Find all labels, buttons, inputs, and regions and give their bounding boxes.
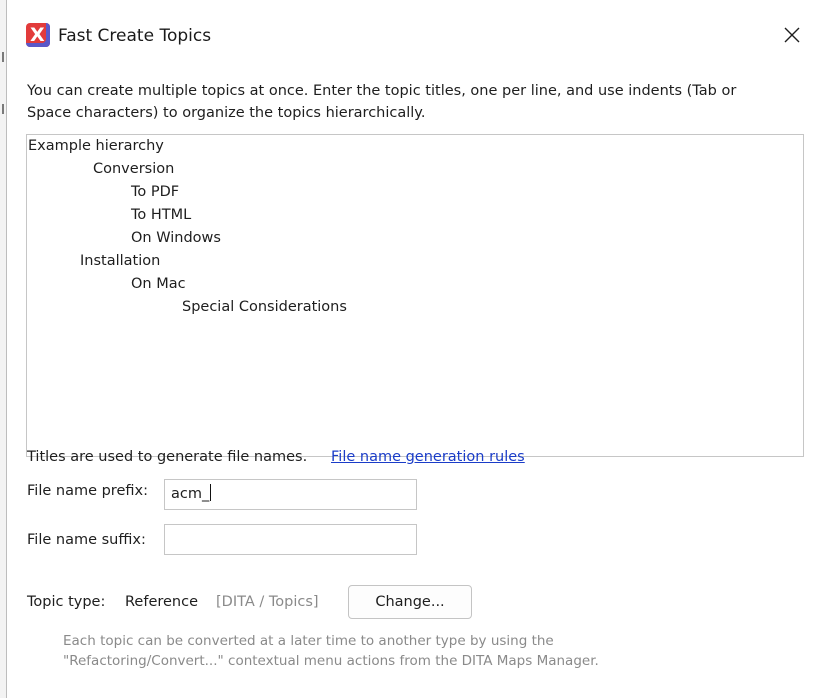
close-icon xyxy=(784,27,800,43)
suffix-input[interactable] xyxy=(164,524,417,555)
dialog-titlebar: X Fast Create Topics xyxy=(7,0,817,66)
topic-line: Installation xyxy=(80,253,161,269)
change-topic-type-button[interactable]: Change... xyxy=(348,585,472,619)
hint-line-1: Each topic can be converted at a later t… xyxy=(63,633,554,649)
instructions-line-1: You can create multiple topics at once. … xyxy=(27,83,737,99)
edge-tick xyxy=(2,52,4,62)
topic-line: To HTML xyxy=(131,207,192,223)
topic-type-value: Reference xyxy=(125,594,199,610)
edge-tick xyxy=(2,104,4,114)
topic-line: On Mac xyxy=(131,276,186,292)
file-name-generation-rules-link[interactable]: File name generation rules xyxy=(331,446,525,468)
topic-line: On Windows xyxy=(131,230,221,246)
prefix-value: acm_ xyxy=(171,486,210,502)
topic-type-path: [DITA / Topics] xyxy=(216,594,319,610)
instructions-line-2: Space characters) to organize the topics… xyxy=(27,105,426,121)
prefix-input[interactable]: acm_ xyxy=(164,479,417,510)
hint-line-2: "Refactoring/Convert..." contextual menu… xyxy=(63,653,599,669)
window-left-edge xyxy=(0,0,7,698)
topic-titles-textarea[interactable]: Example hierarchy Conversion To PDF To H… xyxy=(26,134,804,457)
fast-create-topics-dialog: X Fast Create Topics You can create mult… xyxy=(0,0,817,698)
oxygen-x-icon: X xyxy=(26,23,50,47)
instructions-text: You can create multiple topics at once. … xyxy=(27,80,802,124)
topic-type-label: Topic type: xyxy=(27,594,106,610)
text-caret xyxy=(210,484,212,501)
topic-line: Example hierarchy xyxy=(28,138,164,154)
topic-line: To PDF xyxy=(131,184,180,200)
topic-line: Conversion xyxy=(93,161,175,177)
conversion-hint: Each topic can be converted at a later t… xyxy=(63,631,763,671)
close-button[interactable] xyxy=(774,18,810,52)
prefix-label: File name prefix: xyxy=(27,483,148,499)
dialog-title: Fast Create Topics xyxy=(58,26,212,46)
topic-line: Special Considerations xyxy=(182,299,347,315)
filename-note: Titles are used to generate file names. xyxy=(27,449,308,465)
suffix-label: File name suffix: xyxy=(27,532,146,548)
